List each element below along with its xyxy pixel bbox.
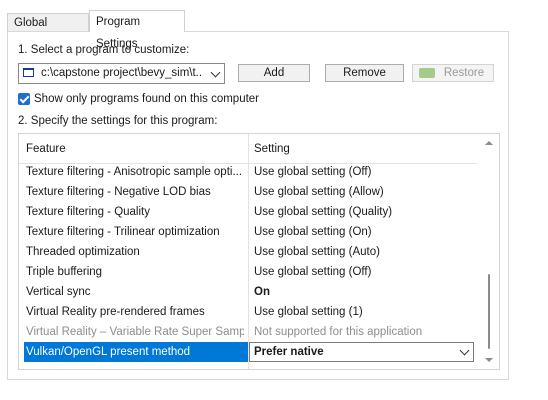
scroll-up-arrow-icon[interactable] bbox=[485, 141, 493, 145]
chevron-down-icon bbox=[210, 67, 221, 78]
feature-cell: Texture filtering - Negative LOD bias bbox=[26, 186, 211, 198]
table-row[interactable]: Vertical sync On bbox=[19, 282, 477, 302]
feature-cell: Vertical sync bbox=[26, 286, 91, 298]
remove-button[interactable]: Remove bbox=[325, 64, 404, 82]
tab-global-settings[interactable]: Global Settings bbox=[7, 13, 89, 48]
program-select-value: c:\capstone project\bevy_sim\t... bbox=[41, 67, 201, 79]
table-row[interactable]: Triple buffering Use global setting (Off… bbox=[19, 262, 477, 282]
column-header-feature[interactable]: Feature bbox=[26, 143, 66, 155]
feature-cell: Texture filtering - Quality bbox=[26, 206, 150, 218]
window-margin-right bbox=[509, 31, 548, 380]
add-button[interactable]: Add bbox=[238, 64, 310, 82]
setting-cell: Use global setting (Auto) bbox=[254, 246, 380, 258]
setting-dropdown-value: Prefer native bbox=[254, 346, 324, 358]
setting-cell: Not supported for this application bbox=[254, 326, 423, 338]
table-row[interactable]: Texture filtering - Negative LOD bias Us… bbox=[19, 182, 477, 202]
show-only-programs-checkbox[interactable] bbox=[18, 93, 30, 105]
window-margin-bottom bbox=[0, 380, 548, 400]
setting-cell: On bbox=[254, 286, 270, 298]
setting-cell: Use global setting (Off) bbox=[254, 266, 372, 278]
settings-table: Feature Setting Texture filtering - Anis… bbox=[18, 133, 500, 370]
setting-cell: Use global setting (1) bbox=[254, 306, 363, 318]
feature-cell: Texture filtering - Trilinear optimizati… bbox=[26, 226, 220, 238]
program-select[interactable]: c:\capstone project\bevy_sim\t... bbox=[18, 63, 225, 84]
setting-cell: Use global setting (Allow) bbox=[254, 186, 384, 198]
tab-strip: Global Settings Program Settings bbox=[0, 0, 548, 50]
feature-cell: Texture filtering - Anisotropic sample o… bbox=[26, 166, 243, 178]
restore-button-label: Restore bbox=[443, 67, 485, 79]
table-row-disabled: Virtual Reality – Variable Rate Super Sa… bbox=[19, 322, 477, 342]
setting-cell: Use global setting (On) bbox=[254, 226, 372, 238]
column-header-setting[interactable]: Setting bbox=[254, 143, 290, 155]
feature-cell: Virtual Reality pre-rendered frames bbox=[26, 306, 205, 318]
table-row[interactable]: Virtual Reality pre-rendered frames Use … bbox=[19, 302, 477, 322]
tab-program-settings[interactable]: Program Settings bbox=[89, 10, 185, 50]
table-row[interactable]: Texture filtering - Anisotropic sample o… bbox=[19, 162, 477, 182]
setting-cell: Use global setting (Off) bbox=[254, 166, 372, 178]
feature-cell: Virtual Reality – Variable Rate Super Sa… bbox=[26, 326, 244, 338]
vertical-scrollbar[interactable] bbox=[480, 134, 499, 369]
feature-cell: Threaded optimization bbox=[26, 246, 140, 258]
application-icon bbox=[23, 68, 34, 77]
table-row[interactable]: Threaded optimization Use global setting… bbox=[19, 242, 477, 262]
table-row-selected[interactable]: Vulkan/OpenGL present method Prefer nati… bbox=[19, 342, 477, 362]
show-only-programs-label: Show only programs found on this compute… bbox=[34, 93, 260, 105]
restore-button[interactable]: Restore bbox=[412, 64, 494, 82]
nvidia-icon bbox=[419, 68, 435, 78]
setting-cell: Use global setting (Quality) bbox=[254, 206, 393, 218]
feature-cell: Triple buffering bbox=[26, 266, 103, 278]
scrollbar-thumb[interactable] bbox=[488, 274, 490, 349]
scroll-down-arrow-icon[interactable] bbox=[485, 358, 493, 362]
feature-cell: Vulkan/OpenGL present method bbox=[26, 346, 191, 358]
table-row[interactable]: Texture filtering - Trilinear optimizati… bbox=[19, 222, 477, 242]
program-settings-panel: 1. Select a program to customize: c:\cap… bbox=[7, 31, 509, 380]
step-2-label: 2. Specify the settings for this program… bbox=[18, 115, 218, 127]
table-row[interactable]: Texture filtering - Quality Use global s… bbox=[19, 202, 477, 222]
